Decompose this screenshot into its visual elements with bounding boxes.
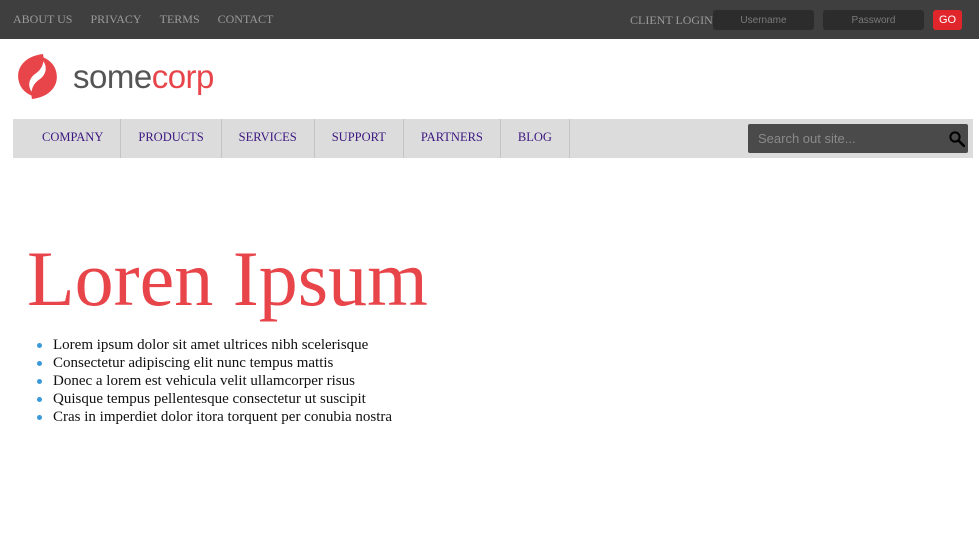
nav-item-blog[interactable]: BLOG [501, 119, 570, 158]
nav-item-products[interactable]: PRODUCTS [121, 119, 222, 158]
privacy-link[interactable]: PRIVACY [90, 12, 141, 27]
go-button[interactable]: GO [933, 10, 962, 30]
list-item: Quisque tempus pellentesque consectetur … [36, 390, 392, 408]
list-item: Donec a lorem est vehicula velit ullamco… [36, 372, 392, 390]
top-links: ABOUT US PRIVACY TERMS CONTACT [13, 12, 273, 27]
about-us-link[interactable]: ABOUT US [13, 12, 72, 27]
contact-link[interactable]: CONTACT [218, 12, 274, 27]
logo-text-some: some [73, 58, 152, 95]
search-icon[interactable] [949, 131, 965, 147]
password-input[interactable] [823, 10, 924, 30]
top-bar: ABOUT US PRIVACY TERMS CONTACT CLIENT LO… [0, 0, 979, 39]
nav-item-services[interactable]: SERVICES [222, 119, 315, 158]
client-login-label: CLIENT LOGIN [630, 13, 713, 27]
main-nav: COMPANY PRODUCTS SERVICES SUPPORT PARTNE… [13, 119, 973, 158]
nav-item-support[interactable]: SUPPORT [315, 119, 404, 158]
logo-text: somecorp [73, 60, 214, 93]
swirl-logo-icon [18, 54, 57, 99]
logo[interactable]: somecorp [13, 52, 214, 101]
nav-item-company[interactable]: COMPANY [13, 119, 122, 158]
list-item: Cras in imperdiet dolor itora torquent p… [36, 409, 393, 425]
nav-item-partners[interactable]: PARTNERS [404, 119, 501, 158]
terms-link[interactable]: TERMS [160, 12, 200, 27]
page-title: Loren Ipsum [27, 235, 428, 322]
search-input[interactable] [748, 124, 948, 153]
list-item: Lorem ipsum dolor sit amet ultrices nibh… [36, 336, 392, 354]
feature-list: Lorem ipsum dolor sit amet ultrices nibh… [36, 336, 393, 426]
username-input[interactable] [713, 10, 814, 30]
search-box [748, 124, 968, 153]
logo-text-corp: corp [151, 58, 215, 95]
list-item: Consectetur adipiscing elit nunc tempus … [36, 354, 392, 372]
